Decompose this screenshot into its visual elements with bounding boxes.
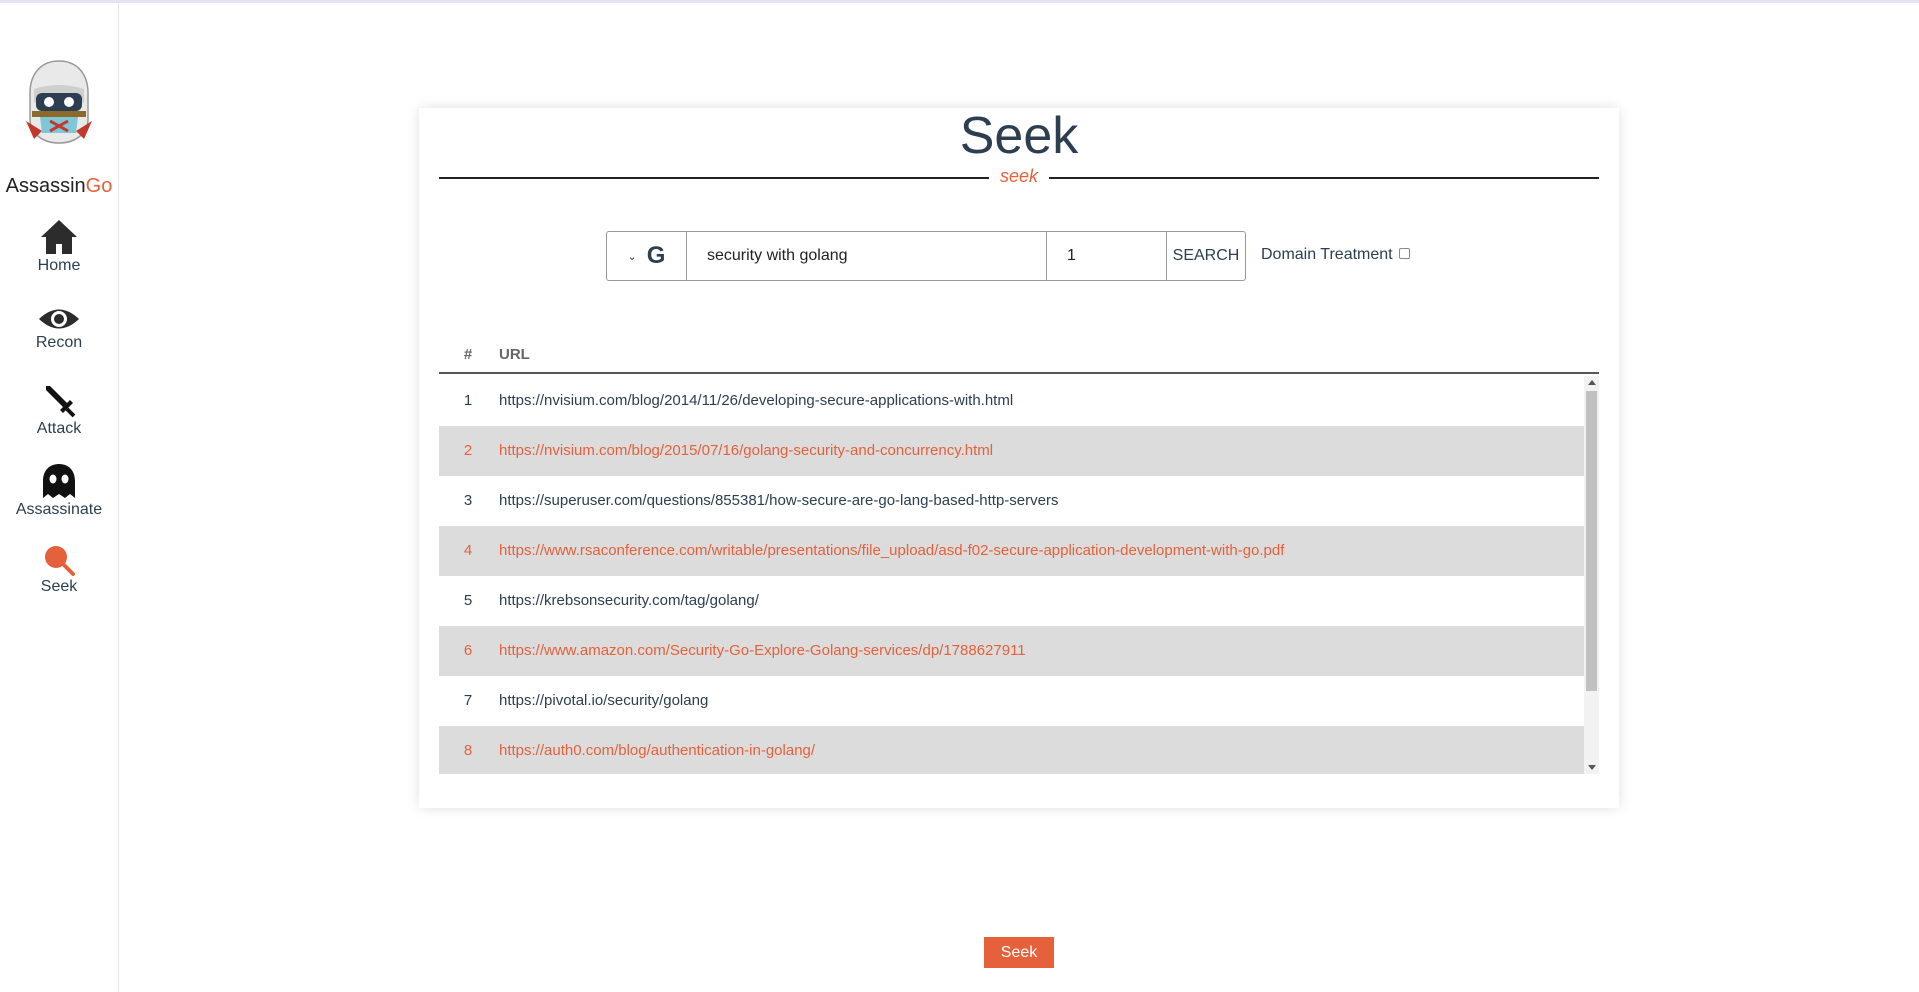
table-row[interactable]: 8 https://auth0.com/blog/authentication-i… (439, 726, 1584, 774)
search-query-input[interactable] (687, 232, 1047, 280)
row-url[interactable]: https://nvisium.com/blog/2014/11/26/deve… (499, 376, 1013, 426)
results-table-body[interactable]: 1 https://nvisium.com/blog/2014/11/26/dev… (439, 376, 1599, 774)
row-url[interactable]: https://auth0.com/blog/authentication-in… (499, 726, 815, 774)
page-title: Seek (959, 107, 1079, 165)
sidebar-item-label: Assassinate (15, 501, 103, 518)
sidebar-item-label: Seek (40, 578, 78, 595)
scrollbar-thumb[interactable] (1586, 391, 1597, 691)
row-url[interactable]: https://www.amazon.com/Security-Go-Explo… (499, 626, 1026, 676)
seek-card: Seek seek ⌄ G SEARCH Domain Treatment # … (419, 108, 1619, 808)
sidebar-item-label: Attack (36, 420, 82, 437)
home-icon (0, 219, 118, 255)
seek-button[interactable]: Seek (984, 937, 1054, 968)
column-header-number: # (463, 346, 473, 363)
sidebar-item-label: Recon (35, 334, 83, 351)
chevron-down-icon: ⌄ (627, 250, 637, 263)
sidebar-item-label: Home (37, 257, 81, 274)
table-row[interactable]: 2 https://nvisium.com/blog/2015/07/16/gol… (439, 426, 1584, 476)
sword-icon (0, 384, 118, 418)
results-table-header: # URL (439, 336, 1599, 374)
domain-treatment-label: Domain Treatment (1261, 246, 1393, 263)
search-bar: ⌄ G SEARCH (606, 231, 1246, 281)
sidebar: AssassinGo Home Recon Attack Assassinate… (0, 3, 119, 992)
search-button[interactable]: SEARCH (1167, 232, 1245, 280)
table-row[interactable]: 5 https://krebsonsecurity.com/tag/golang/ (439, 576, 1584, 626)
page-subtitle: seek (999, 166, 1039, 186)
row-url[interactable]: https://pivotal.io/security/golang (499, 676, 708, 726)
column-header-url: URL (499, 346, 530, 363)
sidebar-item-home[interactable]: Home (0, 219, 118, 275)
search-icon (0, 544, 118, 576)
scroll-down-arrow-icon[interactable] (1588, 765, 1596, 770)
row-number: 5 (463, 592, 473, 609)
domain-treatment: Domain Treatment (1261, 246, 1410, 264)
page-count-input[interactable] (1047, 232, 1167, 280)
sidebar-item-recon[interactable]: Recon (0, 306, 118, 352)
row-number: 8 (463, 742, 473, 759)
row-url[interactable]: https://www.rsaconference.com/writable/p… (499, 526, 1284, 576)
sidebar-item-attack[interactable]: Attack (0, 384, 118, 438)
title-divider-left (439, 177, 989, 179)
search-engine-select[interactable]: ⌄ G (607, 232, 687, 280)
brand-name: AssassinGo (0, 175, 118, 198)
scroll-up-arrow-icon[interactable] (1588, 380, 1596, 385)
google-icon: G (646, 242, 666, 269)
row-number: 7 (463, 692, 473, 709)
top-border (0, 0, 1919, 3)
ghost-icon (0, 463, 118, 499)
brand-name-accent: Go (85, 175, 113, 197)
sidebar-item-assassinate[interactable]: Assassinate (0, 463, 118, 519)
row-url[interactable]: https://nvisium.com/blog/2015/07/16/gola… (499, 426, 993, 476)
sidebar-item-seek[interactable]: Seek (0, 544, 118, 596)
title-divider-right (1049, 177, 1599, 179)
row-number: 4 (463, 542, 473, 559)
table-row[interactable]: 1 https://nvisium.com/blog/2014/11/26/dev… (439, 376, 1584, 426)
row-number: 3 (463, 492, 473, 509)
row-number: 6 (463, 642, 473, 659)
table-row[interactable]: 4 https://www.rsaconference.com/writable/… (439, 526, 1584, 576)
brand-name-main: Assassin (5, 175, 86, 197)
table-row[interactable]: 6 https://www.amazon.com/Security-Go-Expl… (439, 626, 1584, 676)
table-row[interactable]: 7 https://pivotal.io/security/golang (439, 676, 1584, 726)
results-scrollbar[interactable] (1584, 376, 1599, 774)
row-url[interactable]: https://superuser.com/questions/855381/h… (499, 476, 1058, 526)
row-number: 2 (463, 442, 473, 459)
row-number: 1 (463, 392, 473, 409)
assassin-gopher-logo (20, 59, 98, 147)
domain-treatment-checkbox[interactable] (1398, 247, 1410, 259)
table-row[interactable]: 3 https://superuser.com/questions/855381/… (439, 476, 1584, 526)
eye-icon (0, 306, 118, 332)
row-url[interactable]: https://krebsonsecurity.com/tag/golang/ (499, 576, 759, 626)
